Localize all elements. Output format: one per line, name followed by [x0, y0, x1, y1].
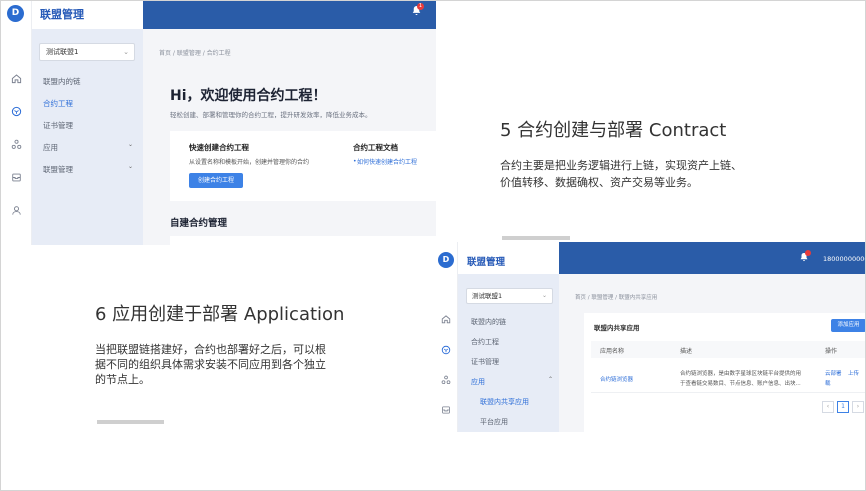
section-5-body: 合约主要是把业务逻辑进行上链，实现资产上链、 价值转移、数据确权、资产交易等业务… — [500, 157, 780, 191]
home-icon[interactable] — [439, 314, 453, 328]
chevron-down-icon: ⌄ — [541, 292, 547, 299]
breadcrumb: 首页 / 联盟管理 / 联盟内共享应用 — [575, 295, 658, 301]
section-5-heading: 5 合约创建与部署 Contract — [500, 120, 727, 141]
quick-create-desc: 从设置名称和模板开始，创建并管理你的合约 — [189, 159, 310, 166]
sidebar-item-apps[interactable]: 应用 — [43, 142, 58, 153]
section-6-body-line: 据不同的组织具体需求安装不同应用到各个独立 — [95, 358, 326, 371]
column-header-name: 应用名称 — [600, 348, 625, 355]
column-header-ops: 操作 — [825, 348, 838, 355]
download-link[interactable]: 载 — [825, 379, 831, 387]
user-icon[interactable] — [9, 205, 23, 219]
app-desc-line: 于查看链交易数目、节点信息、账户信息、出块... — [680, 381, 801, 387]
row-divider — [591, 392, 866, 393]
logo-icon: D — [7, 5, 24, 22]
alliance-select-value: 测试联盟1 — [472, 292, 503, 300]
cloud-deploy-link[interactable]: 云部署 — [825, 369, 842, 377]
section-title: 自建合约管理 — [170, 218, 228, 229]
brand-title: 联盟管理 — [467, 257, 506, 268]
sidebar-item-alliance-chain[interactable]: 联盟内的链 — [471, 317, 506, 327]
chevron-down-icon: ⌄ — [128, 141, 134, 148]
panel-title: 联盟内共享应用 — [594, 324, 640, 332]
app-name-link[interactable]: 合约链浏览器 — [600, 375, 633, 383]
contract-icon[interactable] — [9, 106, 23, 120]
sidebar-item-cert-mgmt[interactable]: 证书管理 — [43, 120, 73, 131]
network-icon[interactable] — [9, 139, 23, 153]
section-6-body: 当把联盟链搭建好，合约也部署好之后，可以根 据不同的组织具体需求安装不同应用到各… — [95, 342, 365, 387]
home-icon[interactable] — [9, 73, 23, 87]
sidebar-item-alliance-mgmt[interactable]: 联盟管理 — [43, 164, 73, 175]
page-subtitle: 轻松创建、部署和管理你的合约工程，提升研发效率，降低业务成本。 — [170, 111, 372, 119]
chevron-down-icon: ⌄ — [123, 48, 129, 56]
section-6-heading: 6 应用创建于部署 Application — [95, 304, 345, 325]
alliance-select-value: 测试联盟1 — [46, 48, 79, 56]
logo-icon: D — [438, 252, 454, 268]
divider — [97, 420, 164, 424]
sidebar-item-contract-project[interactable]: 合约工程 — [471, 337, 499, 347]
network-icon[interactable] — [439, 375, 453, 389]
section-5-body-line: 价值转移、数据确权、资产交易等业务。 — [500, 176, 698, 189]
notification-badge — [805, 250, 811, 256]
top-bar — [559, 242, 866, 274]
icon-rail — [434, 242, 458, 432]
sidebar — [32, 29, 143, 245]
column-header-desc: 描述 — [680, 348, 693, 355]
next-page-button[interactable]: › — [852, 401, 864, 413]
brand-title: 联盟管理 — [40, 8, 84, 21]
upload-link[interactable]: 上传 — [848, 369, 859, 377]
app-desc: 合约链浏览器，是由数字星球区块链平台提供的用 于查看链交易数目、节点信息、账户信… — [680, 369, 801, 387]
inbox-icon[interactable] — [9, 172, 23, 186]
contract-icon[interactable] — [439, 345, 453, 359]
divider — [502, 236, 570, 240]
contract-project-screenshot: D 联盟管理 1 测试联盟1 ⌄ 联盟内的链 合约工程 证书管理 应用 ⌄ 联盟… — [0, 0, 436, 245]
bullet-icon: • — [353, 158, 357, 165]
sidebar-item-platform-apps[interactable]: 平台应用 — [480, 417, 508, 427]
page-title: Hi，欢迎使用合约工程！ — [170, 88, 327, 104]
prev-page-button[interactable]: ‹ — [822, 401, 834, 413]
top-bar — [143, 0, 436, 29]
quick-create-title: 快速创建合约工程 — [189, 143, 249, 152]
section-6-body-line: 当把联盟链搭建好，合约也部署好之后，可以根 — [95, 343, 326, 356]
sidebar-item-apps[interactable]: 应用 — [471, 377, 485, 387]
app-desc-line: 合约链浏览器，是由数字星球区块链平台提供的用 — [680, 371, 802, 377]
breadcrumb: 首页 / 联盟管理 / 合约工程 — [159, 50, 231, 57]
self-built-card — [170, 236, 436, 245]
create-contract-button[interactable]: 创建合约工程 — [189, 173, 243, 188]
user-phone[interactable]: 18000000000 — [823, 255, 866, 263]
section-5-body-line: 合约主要是把业务逻辑进行上链，实现资产上链、 — [500, 159, 742, 172]
doc-link[interactable]: 如何快速创建合约工程 — [357, 157, 417, 166]
alliance-select[interactable]: 测试联盟1 ⌄ — [39, 43, 135, 61]
inbox-icon[interactable] — [439, 405, 453, 419]
add-app-button[interactable]: 添加应用 — [831, 319, 866, 332]
sidebar-item-cert-mgmt[interactable]: 证书管理 — [471, 357, 499, 367]
notification-badge: 1 — [417, 3, 424, 10]
chevron-down-icon: ⌄ — [128, 163, 134, 170]
shared-apps-screenshot: D 联盟管理 18000000000 测试联盟1 ⌄ 联盟内的链 合约工程 证书… — [434, 242, 866, 432]
page-1-button[interactable]: 1 — [837, 401, 849, 413]
sidebar-item-alliance-chain[interactable]: 联盟内的链 — [43, 76, 81, 87]
section-6-body-line: 的节点上。 — [95, 373, 150, 386]
chevron-up-icon: ⌃ — [548, 376, 554, 383]
doc-title: 合约工程文档 — [353, 143, 398, 152]
sidebar-item-shared-apps[interactable]: 联盟内共享应用 — [480, 397, 529, 407]
sidebar-item-contract-project[interactable]: 合约工程 — [43, 98, 73, 109]
alliance-select[interactable]: 测试联盟1 ⌄ — [466, 288, 553, 304]
